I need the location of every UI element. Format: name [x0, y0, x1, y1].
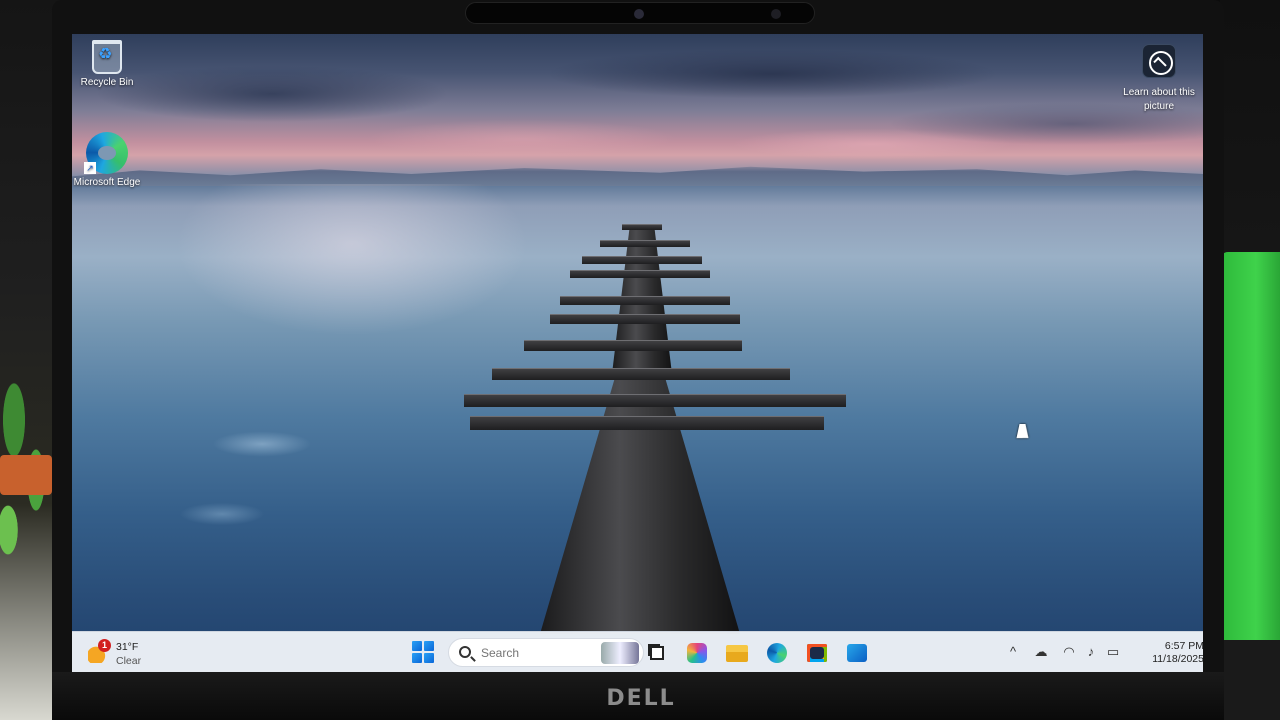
weather-alert-badge: 1: [98, 639, 111, 652]
weather-temp: 31°F: [116, 641, 139, 653]
windows-logo-icon: [412, 641, 422, 651]
edge-icon: [767, 643, 787, 663]
webcam-bar: [465, 2, 815, 24]
dell-logo: DELL: [606, 686, 676, 711]
onedrive-cloud-icon[interactable]: ☁: [1032, 643, 1050, 661]
learn-label: Learn about this picture: [1123, 87, 1195, 112]
weather-widget[interactable]: 1 31°F Clear: [88, 639, 208, 669]
camera-learn-icon: [1142, 44, 1176, 78]
recycle-bin-label: Recycle Bin: [80, 77, 134, 88]
edge-shortcut[interactable]: ↗ Microsoft Edge: [72, 132, 142, 190]
clock-date: 11/18/2025: [1152, 653, 1203, 665]
taskbar: 1 31°F Clear ^ ☁ ◠ ♪ ▭: [72, 631, 1203, 672]
edge-label: Microsoft Edge: [73, 177, 141, 188]
recycle-bin-icon: [92, 40, 122, 74]
search-icon: [459, 646, 471, 658]
learn-about-picture[interactable]: Learn about this picture: [1116, 44, 1202, 114]
outlook-button[interactable]: [842, 639, 872, 667]
green-object: [1220, 252, 1280, 647]
system-tray: ^ ☁ ◠ ♪ ▭ 6:57 PM 11/18/2025: [1000, 640, 1203, 666]
desktop-screen[interactable]: Recycle Bin ↗ Microsoft Edge Learn about…: [72, 34, 1203, 672]
m365-icon: [687, 643, 707, 663]
taskbar-search[interactable]: [448, 638, 644, 667]
search-input[interactable]: [481, 646, 581, 660]
start-button[interactable]: [412, 641, 434, 663]
task-view-icon: [650, 646, 664, 660]
recycle-bin-shortcut[interactable]: Recycle Bin: [72, 40, 142, 90]
shortcut-arrow-icon: ↗: [84, 162, 96, 174]
wifi-icon[interactable]: ◠: [1060, 643, 1078, 661]
search-highlight-icon: [601, 642, 639, 664]
background-right: [1220, 0, 1280, 720]
edge-taskbar-button[interactable]: [762, 639, 792, 667]
volume-icon[interactable]: ♪: [1082, 643, 1100, 661]
m365-button[interactable]: [682, 639, 712, 667]
battery-icon[interactable]: ▭: [1104, 643, 1122, 661]
wallpaper-pier: [72, 34, 1203, 634]
folder-icon: [726, 644, 748, 662]
task-view-button[interactable]: [642, 639, 672, 667]
store-button[interactable]: [802, 639, 832, 667]
outlook-icon: [847, 644, 867, 662]
clock-time: 6:57 PM: [1164, 640, 1203, 652]
weather-condition: Clear: [116, 655, 142, 667]
clock[interactable]: 6:57 PM 11/18/2025: [1128, 640, 1203, 666]
plant-pot: [0, 455, 52, 495]
chevron-up-icon[interactable]: ^: [1004, 643, 1022, 661]
file-explorer-button[interactable]: [722, 639, 752, 667]
store-icon: [807, 644, 827, 662]
